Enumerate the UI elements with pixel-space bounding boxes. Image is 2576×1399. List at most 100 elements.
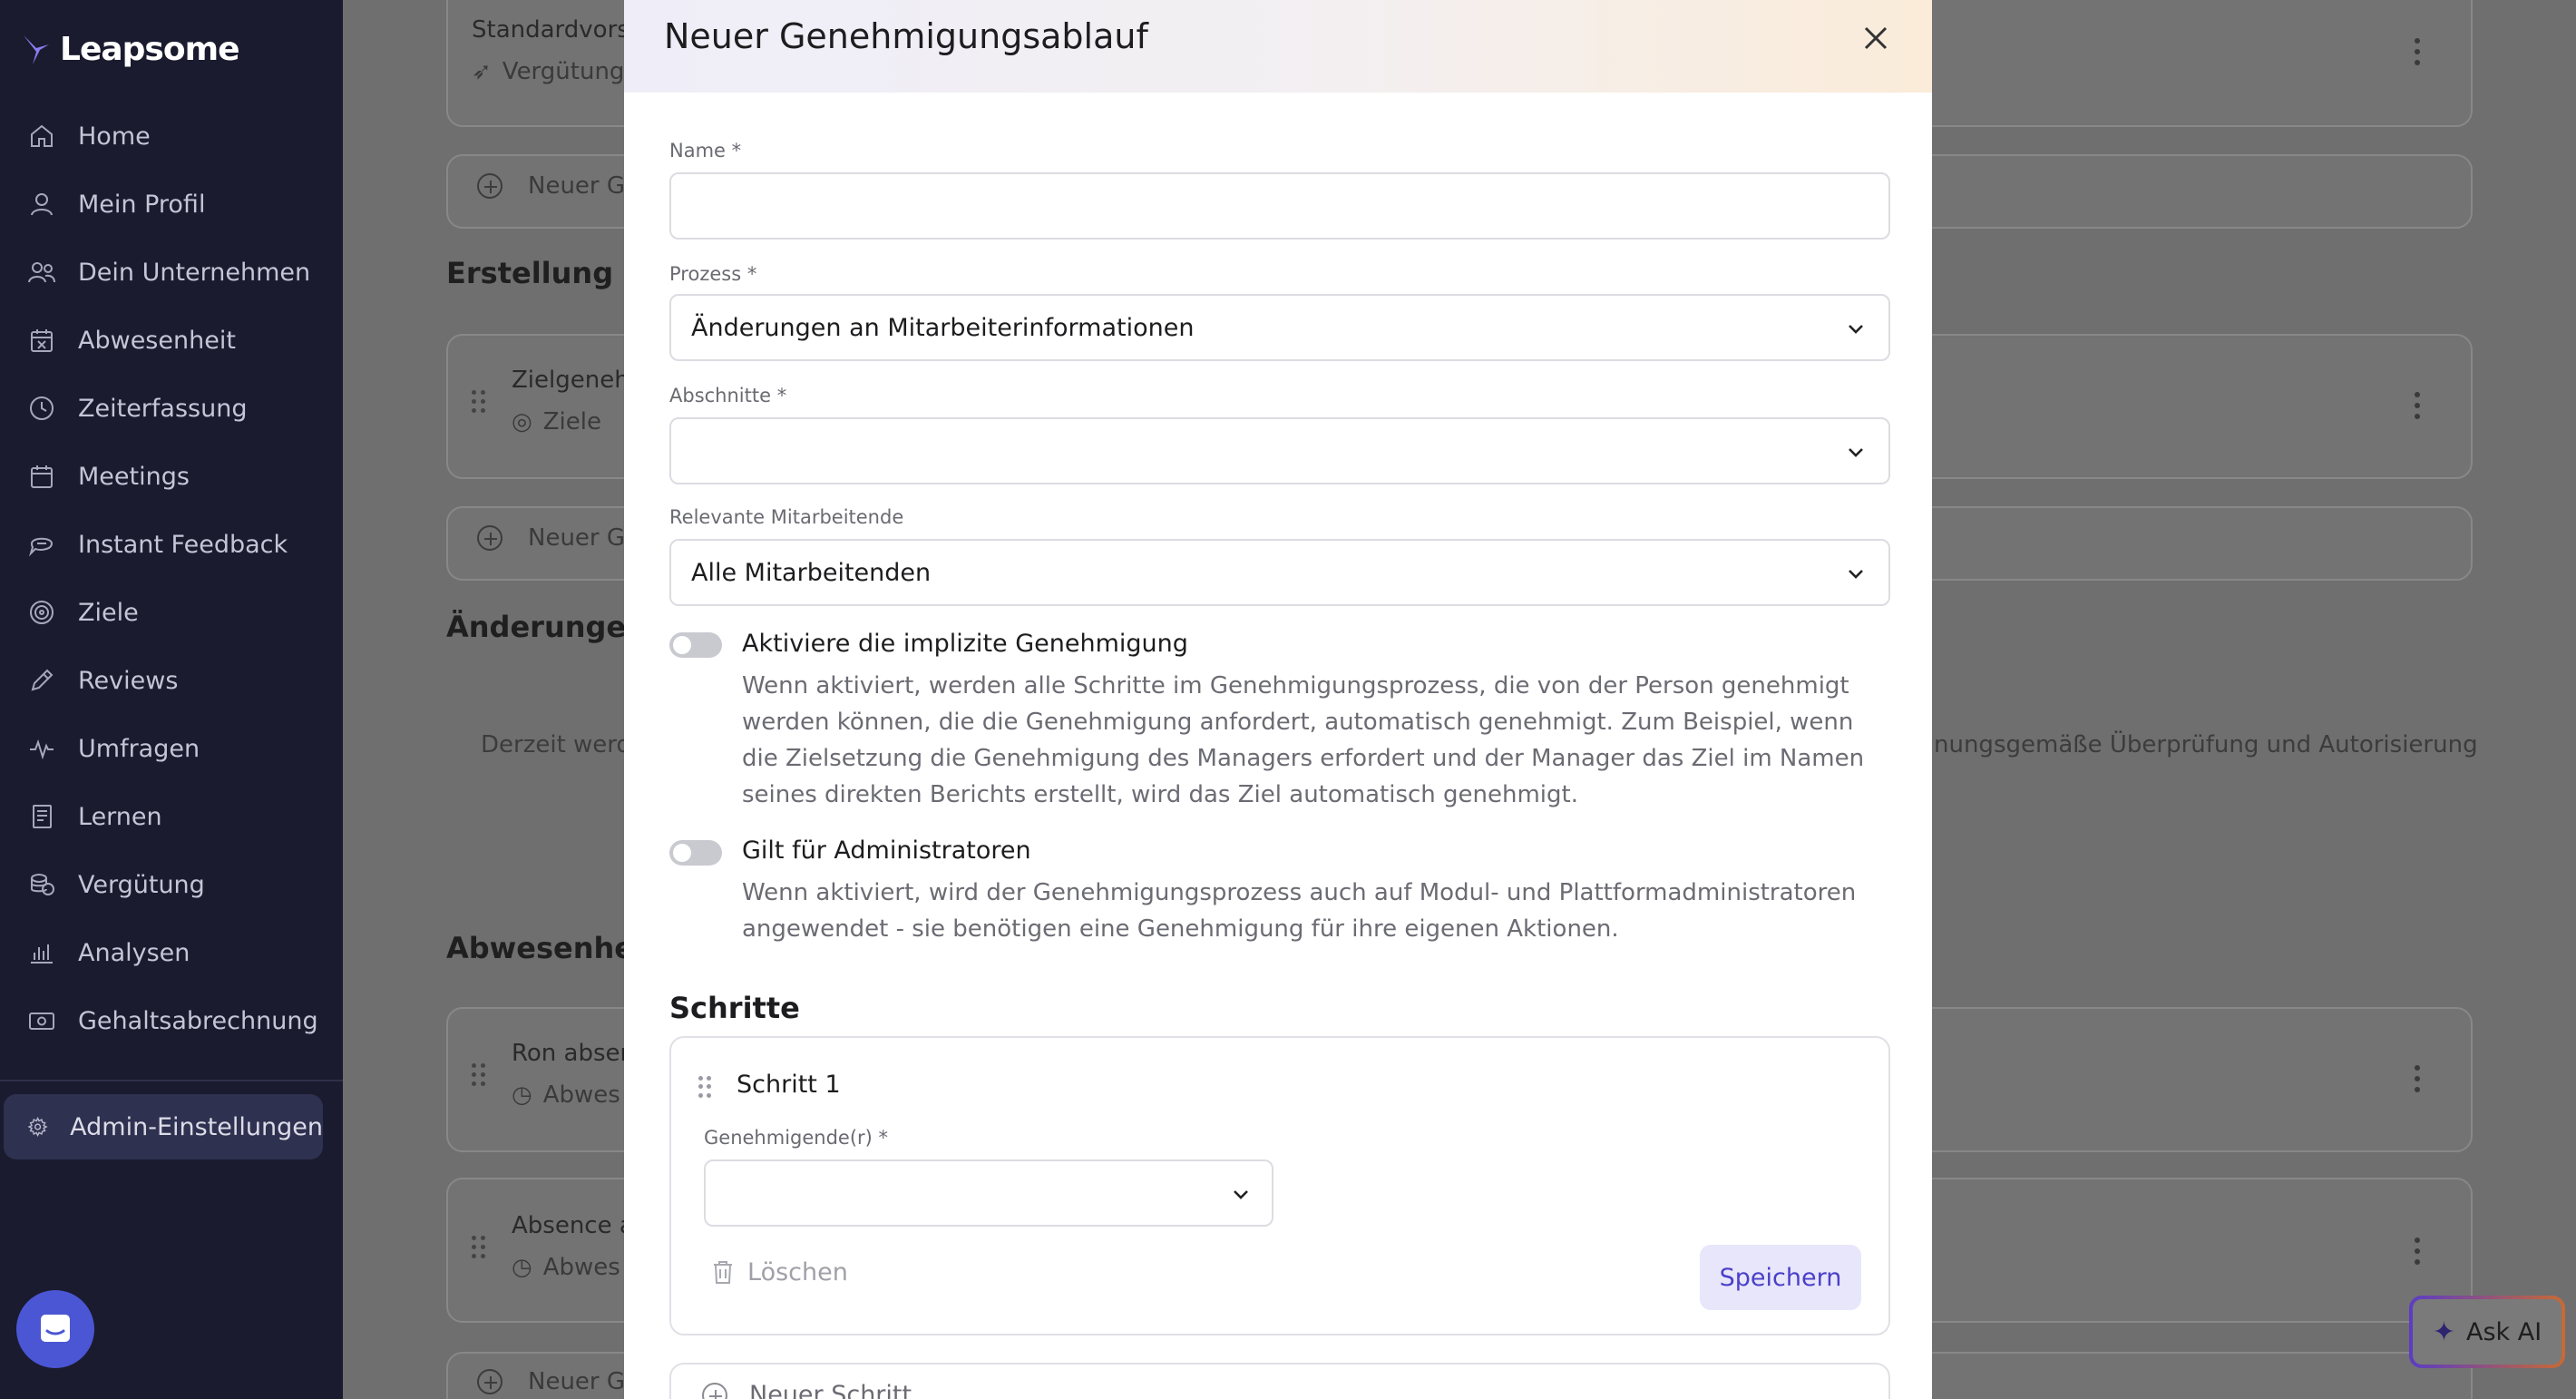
logo-text: Leapsome — [60, 31, 240, 68]
new-step-button[interactable]: Neuer Schritt — [669, 1363, 1890, 1399]
clock-icon: ◷ — [512, 1081, 532, 1109]
sidebar-item-label: Instant Feedback — [78, 530, 288, 559]
approver-select[interactable] — [704, 1159, 1273, 1227]
more-options-icon[interactable] — [2413, 1065, 2422, 1092]
chevron-down-icon — [1845, 563, 1867, 584]
employees-select[interactable]: Alle Mitarbeitenden — [669, 539, 1890, 606]
new-flow-button[interactable]: Neuer G — [477, 524, 625, 552]
approval-flow-modal: Neuer Genehmigungsablauf Name * Prozess … — [624, 0, 1932, 1399]
name-label: Name * — [669, 140, 742, 161]
empty-state-text: nungsgemäße Überprüfung und Autorisierun… — [1934, 731, 2478, 758]
sidebar-item-verguetung[interactable]: Vergütung — [27, 859, 205, 910]
new-flow-button[interactable]: Neuer G — [477, 1368, 625, 1395]
sidebar-item-label: Meetings — [78, 462, 190, 491]
plus-circle-icon — [702, 1382, 727, 1399]
step-title: Schritt 1 — [737, 1071, 841, 1099]
card-subtitle: ➶ Vergütung — [472, 58, 625, 85]
process-label: Prozess * — [669, 263, 757, 285]
sidebar-item-gehaltsabrechnung[interactable]: Gehaltsabrechnung — [27, 995, 318, 1046]
logo[interactable]: Leapsome — [20, 31, 240, 68]
sparkle-icon: ✦ — [2432, 1316, 2455, 1348]
new-flow-button[interactable]: Neuer G — [477, 172, 625, 200]
sidebar-item-umfragen[interactable]: Umfragen — [27, 723, 200, 774]
delete-step-button[interactable]: Löschen — [711, 1252, 848, 1292]
admins-description: Wenn aktiviert, wird der Genehmigungspro… — [742, 879, 1857, 943]
sidebar-item-lernen[interactable]: Lernen — [27, 791, 162, 842]
close-button[interactable] — [1856, 18, 1896, 58]
sidebar-item-label: Lernen — [78, 802, 162, 831]
employees-label: Relevante Mitarbeitende — [669, 506, 904, 528]
implicit-approval-toggle[interactable] — [669, 632, 722, 658]
sidebar-item-analysen[interactable]: Analysen — [27, 927, 190, 978]
drag-handle-icon[interactable] — [472, 1236, 486, 1259]
admins-toggle[interactable] — [669, 840, 722, 866]
users-icon — [28, 262, 55, 283]
name-input[interactable] — [669, 172, 1890, 240]
plus-circle-icon — [477, 525, 503, 551]
modal-header: Neuer Genehmigungsablauf — [624, 0, 1932, 93]
chevron-down-icon — [1230, 1183, 1252, 1205]
card-subtitle: ◎ Ziele — [512, 408, 601, 435]
process-select[interactable]: Änderungen an Mitarbeiterinformationen — [669, 294, 1890, 361]
sidebar-item-label: Admin-Einstellungen — [70, 1112, 323, 1141]
sidebar-item-instant-feedback[interactable]: Instant Feedback — [27, 519, 288, 570]
sidebar-item-label: Dein Unternehmen — [78, 258, 311, 287]
gear-icon — [27, 1116, 48, 1138]
approver-label: Genehmigende(r) * — [704, 1127, 889, 1149]
sidebar-item-label: Abwesenheit — [78, 326, 236, 355]
sidebar-item-mein-profil[interactable]: Mein Profil — [27, 179, 205, 230]
drag-handle-icon[interactable] — [472, 390, 486, 414]
sections-select[interactable] — [669, 417, 1890, 484]
sections-label: Abschnitte * — [669, 385, 787, 406]
sidebar-item-meetings[interactable]: Meetings — [27, 451, 190, 502]
card-subtitle: ◷ Abwes — [512, 1081, 620, 1109]
clock-icon: ◷ — [512, 1254, 532, 1281]
target-icon: ◎ — [512, 408, 532, 435]
sidebar-item-abwesenheit[interactable]: Abwesenheit — [27, 315, 236, 366]
user-icon — [31, 193, 53, 216]
more-options-icon[interactable] — [2413, 1238, 2422, 1265]
more-options-icon[interactable] — [2413, 38, 2422, 65]
process-select-value: Änderungen an Mitarbeiterinformationen — [691, 313, 1195, 342]
book-icon — [33, 805, 52, 828]
save-step-button[interactable]: Speichern — [1700, 1245, 1861, 1310]
sidebar-item-label: Analysen — [78, 938, 190, 967]
card-subtitle: ◷ Abwes — [512, 1254, 620, 1281]
card-title: Ron absen — [512, 1040, 636, 1067]
sidebar-item-admin-einstellungen[interactable]: Admin-Einstellungen — [4, 1094, 323, 1159]
chat-icon — [28, 537, 54, 557]
pulse-icon — [30, 739, 54, 760]
trash-icon — [714, 1261, 732, 1284]
plus-circle-icon — [477, 173, 503, 199]
chevron-down-icon — [1845, 441, 1867, 463]
sidebar-divider — [0, 1080, 343, 1081]
sidebar-item-label: Zeiterfassung — [78, 394, 248, 423]
drag-handle-icon[interactable] — [472, 1063, 486, 1087]
sidebar-item-home[interactable]: Home — [27, 111, 151, 161]
leapsome-logo-icon — [24, 34, 49, 64]
bar-chart-icon — [31, 944, 53, 964]
calendar-icon — [31, 465, 53, 488]
sidebar: Leapsome Home Mein Profil Dein Unternehm… — [0, 0, 343, 1399]
card-title: Standardvorsc — [472, 16, 643, 44]
sidebar-item-label: Gehaltsabrechnung — [78, 1006, 318, 1035]
sidebar-item-reviews[interactable]: Reviews — [27, 655, 178, 706]
more-options-icon[interactable] — [2413, 392, 2422, 419]
pencil-icon — [31, 669, 54, 691]
drag-handle-icon[interactable] — [698, 1076, 711, 1098]
ask-ai-button[interactable]: ✦ Ask AI — [2409, 1296, 2565, 1368]
sidebar-item-label: Umfragen — [78, 734, 200, 763]
close-icon — [1864, 26, 1888, 50]
implicit-approval-description: Wenn aktiviert, werden alle Schritte im … — [742, 672, 1865, 808]
new-step-label: Neuer Schritt — [749, 1381, 912, 1399]
sidebar-item-dein-unternehmen[interactable]: Dein Unternehmen — [27, 247, 310, 298]
chevron-down-icon — [1845, 318, 1867, 339]
clock-icon — [30, 396, 54, 420]
card-title: Absence a — [512, 1212, 634, 1239]
sidebar-item-ziele[interactable]: Ziele — [27, 587, 139, 638]
support-chat-button[interactable] — [16, 1290, 94, 1368]
coins-icon — [31, 874, 54, 895]
sidebar-item-zeiterfassung[interactable]: Zeiterfassung — [27, 383, 247, 434]
sidebar-item-label: Home — [78, 122, 151, 151]
sidebar-item-label: Ziele — [78, 598, 139, 627]
